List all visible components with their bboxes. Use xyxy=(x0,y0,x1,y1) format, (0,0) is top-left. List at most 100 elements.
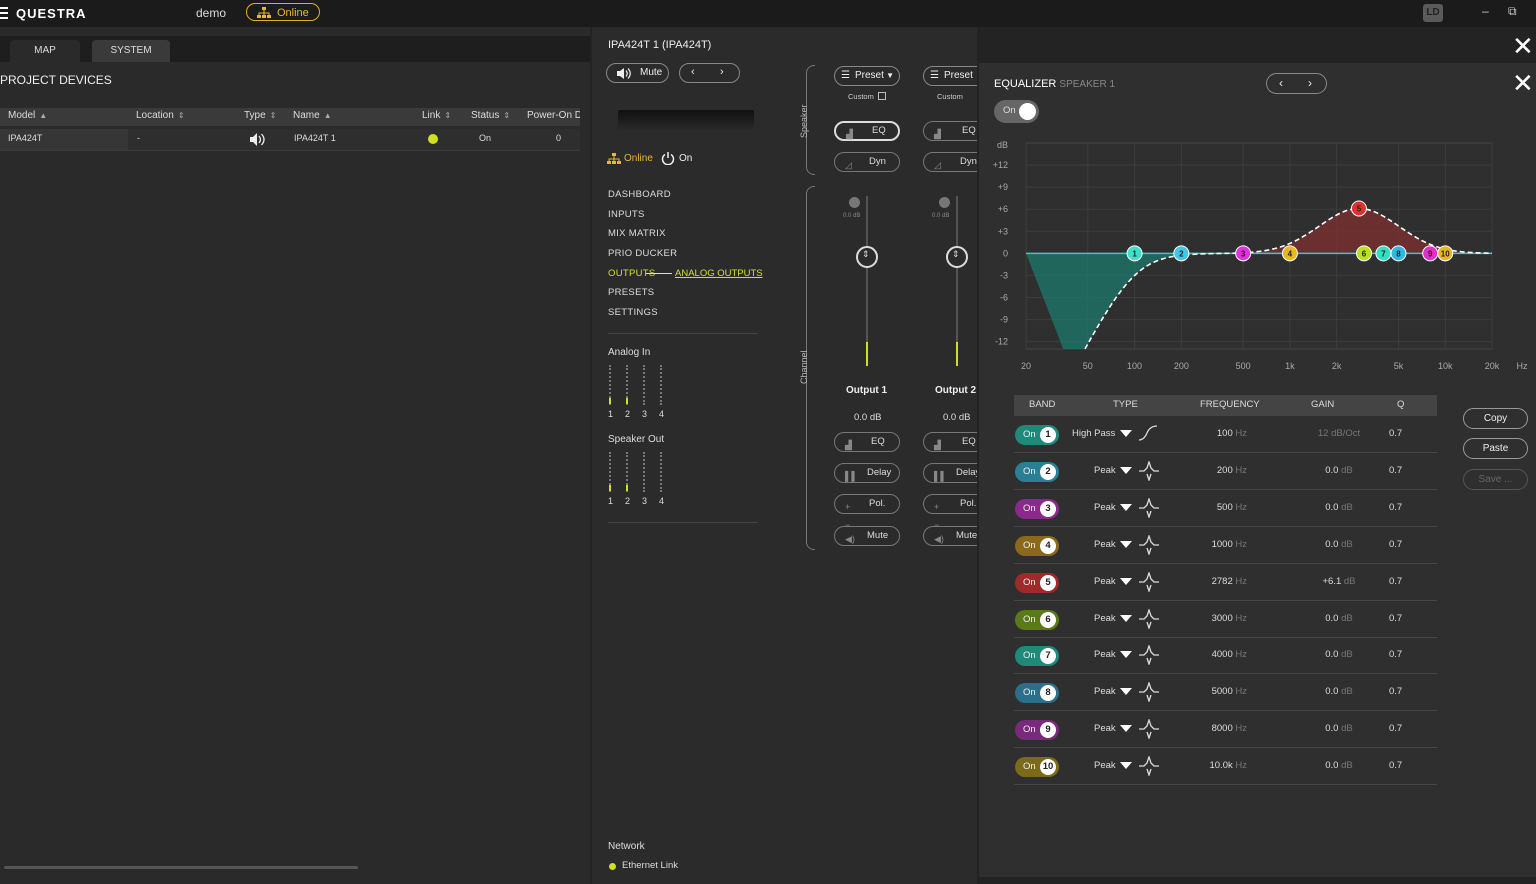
band-toggle[interactable]: On 2 xyxy=(1015,461,1059,482)
paste-button[interactable]: Paste xyxy=(1463,438,1528,459)
fader-knob-1[interactable]: ⇕ xyxy=(856,246,878,268)
band-q[interactable]: 0.7 xyxy=(1389,465,1402,476)
dyn-button-2[interactable]: ◿ Dyn xyxy=(923,152,977,172)
band-q[interactable]: 0.7 xyxy=(1389,539,1402,550)
device-mute-button[interactable]: Mute xyxy=(606,63,669,83)
chevron-down-icon[interactable] xyxy=(1120,614,1132,622)
band-frequency[interactable]: 2782 Hz xyxy=(1212,576,1247,587)
band-type[interactable]: Peak xyxy=(1094,502,1116,513)
band-frequency[interactable]: 100 Hz xyxy=(1217,428,1247,439)
band-toggle[interactable]: On 6 xyxy=(1015,609,1059,630)
column-status[interactable]: Status ⇕ xyxy=(471,110,510,121)
band-type[interactable]: Peak xyxy=(1094,613,1116,624)
band-gain[interactable]: 0.0 dB xyxy=(1304,502,1374,513)
eq-band-row[interactable]: On 4 Peak 1000 Hz 0.0 dB 0.7 xyxy=(1014,527,1437,564)
polarity-button-1[interactable]: + − Pol. xyxy=(834,494,900,530)
tab-system[interactable]: SYSTEM xyxy=(92,40,170,62)
eq-band-row[interactable]: On 8 Peak 5000 Hz 0.0 dB 0.7 xyxy=(1014,674,1437,712)
chevron-down-icon[interactable] xyxy=(1120,725,1132,733)
band-toggle[interactable]: On 10 xyxy=(1015,757,1059,778)
band-q[interactable]: 0.7 xyxy=(1389,502,1402,513)
project-name[interactable]: demo xyxy=(196,6,226,20)
prev-device-button[interactable]: ‹ xyxy=(691,66,695,78)
next-device-button[interactable]: › xyxy=(720,66,724,78)
eq-band-row[interactable]: On 6 Peak 3000 Hz 0.0 dB 0.7 xyxy=(1014,601,1437,638)
band-gain[interactable]: 12 dB/Oct xyxy=(1304,428,1374,439)
channel-eq-button-2[interactable]: ▟ EQ xyxy=(923,432,977,452)
band-toggle[interactable]: On 9 xyxy=(1015,720,1059,741)
gain-knob-1[interactable] xyxy=(849,197,860,208)
band-gain[interactable]: 0.0 dB xyxy=(1304,465,1374,476)
band-frequency[interactable]: 8000 Hz xyxy=(1212,723,1247,734)
nav-inputs[interactable]: INPUTS xyxy=(608,209,645,220)
eq-band-row[interactable]: On 3 Peak 500 Hz 0.0 dB 0.7 xyxy=(1014,490,1437,527)
chevron-down-icon[interactable] xyxy=(1120,466,1132,474)
eq-band-row[interactable]: On 10 Peak 10.0k Hz 0.0 dB 0.7 xyxy=(1014,748,1437,786)
chevron-down-icon[interactable] xyxy=(1120,540,1132,548)
close-device-panel-button[interactable]: ✕ xyxy=(1512,33,1534,59)
band-q[interactable]: 0.7 xyxy=(1389,760,1402,771)
speaker-eq-button-1[interactable]: ▟ EQ xyxy=(834,121,900,141)
chevron-down-icon[interactable] xyxy=(1120,762,1132,770)
horizontal-scrollbar[interactable] xyxy=(4,866,358,869)
column-power-on[interactable]: Power-On De xyxy=(527,110,580,121)
chevron-down-icon[interactable] xyxy=(1120,688,1132,696)
tab-map[interactable]: MAP xyxy=(10,40,80,62)
band-gain[interactable]: 0.0 dB xyxy=(1304,539,1374,550)
band-frequency[interactable]: 10.0k Hz xyxy=(1209,760,1247,771)
chevron-down-icon[interactable] xyxy=(1120,577,1132,585)
eq-band-row[interactable]: On 7 Peak 4000 Hz 0.0 dB 0.7 xyxy=(1014,637,1437,675)
delay-button-1[interactable]: ▌▌ Delay xyxy=(834,463,900,483)
column-type[interactable]: Type ⇕ xyxy=(244,110,276,121)
band-toggle[interactable]: On 8 xyxy=(1015,683,1059,704)
band-q[interactable]: 0.7 xyxy=(1389,428,1402,439)
mute-button-2[interactable]: ◀) Mute xyxy=(923,526,977,546)
online-status-button[interactable]: Online xyxy=(246,3,320,21)
band-gain[interactable]: +6.1 dB xyxy=(1304,576,1374,587)
eq-band-row[interactable]: On 2 Peak 200 Hz 0.0 dB 0.7 xyxy=(1014,453,1437,490)
dyn-button-1[interactable]: ◿ Dyn xyxy=(834,152,900,172)
band-type[interactable]: Peak xyxy=(1094,723,1116,734)
nav-mix-matrix[interactable]: MIX MATRIX xyxy=(608,228,666,239)
band-gain[interactable]: 0.0 dB xyxy=(1304,613,1374,624)
band-frequency[interactable]: 200 Hz xyxy=(1217,465,1247,476)
band-frequency[interactable]: 5000 Hz xyxy=(1212,686,1247,697)
band-gain[interactable]: 0.0 dB xyxy=(1304,649,1374,660)
eq-band-row[interactable]: On 5 Peak 2782 Hz +6.1 dB 0.7 xyxy=(1014,564,1437,601)
band-frequency[interactable]: 1000 Hz xyxy=(1212,539,1247,550)
delay-button-2[interactable]: ▌▌ Delay xyxy=(923,463,977,483)
nav-analog-outputs[interactable]: ANALOG OUTPUTS xyxy=(675,268,763,279)
close-equalizer-button[interactable]: ✕ xyxy=(1512,70,1534,96)
band-type[interactable]: Peak xyxy=(1094,576,1116,587)
nav-dashboard[interactable]: DASHBOARD xyxy=(608,189,671,200)
band-frequency[interactable]: 3000 Hz xyxy=(1212,613,1247,624)
band-toggle[interactable]: On 3 xyxy=(1015,498,1059,519)
polarity-button-2[interactable]: + − Pol. xyxy=(923,494,977,530)
band-gain[interactable]: 0.0 dB xyxy=(1304,686,1374,697)
nav-presets[interactable]: PRESETS xyxy=(608,287,654,298)
column-location[interactable]: Location ⇕ xyxy=(136,110,185,121)
band-type[interactable]: Peak xyxy=(1094,465,1116,476)
band-q[interactable]: 0.7 xyxy=(1389,649,1402,660)
speaker-eq-button-2[interactable]: ▟ EQ xyxy=(923,121,977,141)
band-q[interactable]: 0.7 xyxy=(1389,613,1402,624)
eq-band-row[interactable]: On 1 High Pass 100 Hz 12 dB/Oct 0.7 xyxy=(1014,416,1437,453)
equalizer-toggle[interactable]: On xyxy=(994,100,1039,123)
save-icon[interactable] xyxy=(878,92,886,100)
column-name[interactable]: Name ▲ xyxy=(293,110,332,121)
band-q[interactable]: 0.7 xyxy=(1389,686,1402,697)
band-q[interactable]: 0.7 xyxy=(1389,723,1402,734)
band-type[interactable]: High Pass xyxy=(1072,428,1115,439)
band-type[interactable]: Peak xyxy=(1094,649,1116,660)
band-toggle[interactable]: On 4 xyxy=(1015,535,1059,556)
band-toggle[interactable]: On 7 xyxy=(1015,646,1059,667)
power-icon[interactable] xyxy=(661,151,675,165)
band-toggle[interactable]: On 1 xyxy=(1015,425,1059,445)
column-model[interactable]: Model ▲ xyxy=(8,110,47,121)
band-q[interactable]: 0.7 xyxy=(1389,576,1402,587)
band-type[interactable]: Peak xyxy=(1094,539,1116,550)
channel-eq-button-1[interactable]: ▟ EQ xyxy=(834,432,900,452)
eq-response-chart[interactable]: 20 50 100 200 500 1k 2k 5k 10k 20k +12 +9 +6 +3 0 -3 -6 -… xyxy=(990,135,1530,380)
nav-settings[interactable]: SETTINGS xyxy=(608,307,658,318)
column-link[interactable]: Link ⇕ xyxy=(422,110,451,121)
